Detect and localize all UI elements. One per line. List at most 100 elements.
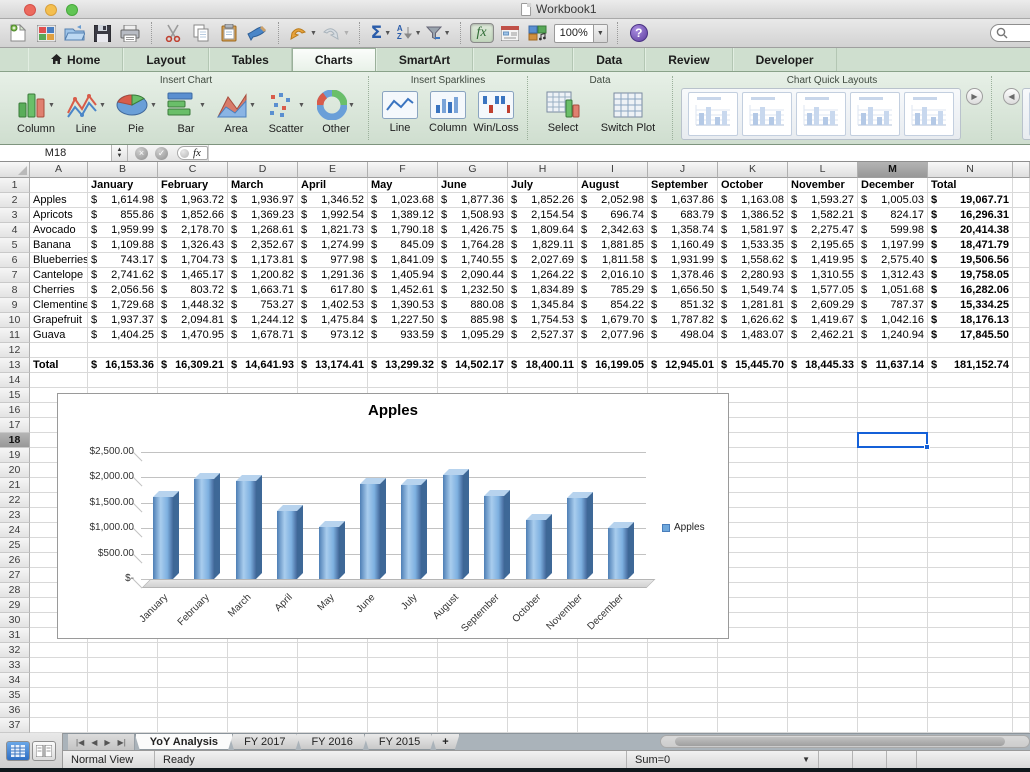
cell-value[interactable] bbox=[30, 178, 88, 193]
row-header-32[interactable]: 32 bbox=[0, 643, 30, 658]
cell-value[interactable] bbox=[788, 478, 858, 493]
cell-value[interactable]: $1,852.66 bbox=[158, 208, 228, 223]
cell-value[interactable] bbox=[508, 373, 578, 388]
ribbon-button-scatter[interactable]: ▼Scatter bbox=[262, 88, 310, 135]
sort-button[interactable]: AZ▼ bbox=[397, 21, 422, 45]
ribbon-button-switch-plot[interactable]: Switch Plot bbox=[592, 88, 664, 134]
cell-value[interactable] bbox=[928, 583, 1013, 598]
cell-value[interactable] bbox=[648, 688, 718, 703]
cell-value[interactable] bbox=[158, 688, 228, 703]
cell-value[interactable]: $1,023.68 bbox=[368, 193, 438, 208]
cell-value[interactable] bbox=[578, 343, 648, 358]
cell-value[interactable] bbox=[30, 688, 88, 703]
cell-value[interactable]: $1,378.46 bbox=[648, 268, 718, 283]
ribbon-button-sparkline-line[interactable]: Line bbox=[377, 88, 423, 134]
row-header-3[interactable]: 3 bbox=[0, 208, 30, 223]
cell-value[interactable]: Cherries bbox=[30, 283, 88, 298]
cell-value[interactable]: $2,352.67 bbox=[228, 238, 298, 253]
cell-value[interactable] bbox=[858, 553, 928, 568]
cell-value[interactable]: $2,342.63 bbox=[578, 223, 648, 238]
select-all-corner[interactable] bbox=[0, 162, 30, 178]
row-header-2[interactable]: 2 bbox=[0, 193, 30, 208]
cell-value[interactable] bbox=[858, 463, 928, 478]
cell-value[interactable] bbox=[928, 343, 1013, 358]
cell-value[interactable]: $1,470.95 bbox=[158, 328, 228, 343]
cell-value[interactable]: $1,764.28 bbox=[438, 238, 508, 253]
cell-value[interactable] bbox=[928, 523, 1013, 538]
cell-value[interactable]: $1,358.74 bbox=[648, 223, 718, 238]
cell-value[interactable] bbox=[30, 658, 88, 673]
cell-value[interactable]: $824.17 bbox=[858, 208, 928, 223]
cell-value[interactable] bbox=[578, 688, 648, 703]
cell-value[interactable]: $2,178.70 bbox=[158, 223, 228, 238]
cell-value[interactable]: $11,637.14 bbox=[858, 358, 928, 373]
cell-value[interactable] bbox=[928, 373, 1013, 388]
cell-value[interactable]: $1,533.35 bbox=[718, 238, 788, 253]
cell-value[interactable]: $17,845.50 bbox=[928, 328, 1013, 343]
horizontal-scrollbar[interactable] bbox=[660, 735, 1030, 748]
cell-value[interactable] bbox=[438, 373, 508, 388]
cell-value[interactable]: $1,626.62 bbox=[718, 313, 788, 328]
cell-value[interactable]: $1,992.54 bbox=[298, 208, 368, 223]
cell-value[interactable] bbox=[648, 703, 718, 718]
cell-value[interactable] bbox=[858, 643, 928, 658]
cell-value[interactable] bbox=[578, 673, 648, 688]
cell-value[interactable]: $13,299.32 bbox=[368, 358, 438, 373]
sheet-tab-yoy-analysis[interactable]: YoY Analysis bbox=[135, 734, 233, 750]
embedded-chart[interactable]: Apples$-$500.00$1,000.00$1,500.00$2,000.… bbox=[57, 393, 729, 639]
cell-value[interactable] bbox=[298, 703, 368, 718]
cell-value[interactable]: $1,614.98 bbox=[88, 193, 158, 208]
cell-value[interactable]: Total bbox=[30, 358, 88, 373]
cell-value[interactable]: $1,881.85 bbox=[578, 238, 648, 253]
name-box[interactable]: M18 bbox=[0, 145, 112, 161]
cell-value[interactable] bbox=[928, 508, 1013, 523]
cell-value[interactable]: $18,400.11 bbox=[508, 358, 578, 373]
cell-value[interactable] bbox=[788, 583, 858, 598]
cell-value[interactable]: $1,937.37 bbox=[88, 313, 158, 328]
cell-value[interactable] bbox=[158, 658, 228, 673]
cell-value[interactable]: $1,704.73 bbox=[158, 253, 228, 268]
fill-handle[interactable] bbox=[924, 444, 930, 450]
cell-value[interactable]: Banana bbox=[30, 238, 88, 253]
row-header-22[interactable]: 22 bbox=[0, 493, 30, 508]
spreadsheet-grid[interactable]: ABCDEFGHIJKLMN 1JanuaryFebruaryMarchApri… bbox=[0, 162, 1030, 733]
row-header-21[interactable]: 21 bbox=[0, 478, 30, 493]
row-header-29[interactable]: 29 bbox=[0, 598, 30, 613]
formula-builder-button[interactable]: fx bbox=[470, 21, 494, 45]
cell-value[interactable] bbox=[718, 658, 788, 673]
row-header-31[interactable]: 31 bbox=[0, 628, 30, 643]
close-window-button[interactable] bbox=[24, 4, 36, 16]
row-header-11[interactable]: 11 bbox=[0, 328, 30, 343]
cell-value[interactable] bbox=[438, 673, 508, 688]
cell-value[interactable]: $787.37 bbox=[858, 298, 928, 313]
sheet-tab-fy-2017[interactable]: FY 2017 bbox=[229, 734, 300, 750]
cell-value[interactable]: $2,280.93 bbox=[718, 268, 788, 283]
cell-value[interactable]: $16,282.06 bbox=[928, 283, 1013, 298]
toolbox-button[interactable] bbox=[498, 21, 522, 45]
cell-value[interactable] bbox=[928, 493, 1013, 508]
cell-value[interactable]: $617.80 bbox=[298, 283, 368, 298]
row-header-15[interactable]: 15 bbox=[0, 388, 30, 403]
cell-value[interactable]: $1,163.08 bbox=[718, 193, 788, 208]
cell-value[interactable]: Guava bbox=[30, 328, 88, 343]
cell-value[interactable]: $1,754.53 bbox=[508, 313, 578, 328]
cell-value[interactable]: $181,152.74 bbox=[928, 358, 1013, 373]
row-header-18[interactable]: 18 bbox=[0, 433, 30, 448]
cell-value[interactable] bbox=[438, 688, 508, 703]
row-header-35[interactable]: 35 bbox=[0, 688, 30, 703]
cell-value[interactable]: $2,077.96 bbox=[578, 328, 648, 343]
cell-value[interactable] bbox=[30, 643, 88, 658]
row-header-34[interactable]: 34 bbox=[0, 673, 30, 688]
cell-value[interactable]: May bbox=[368, 178, 438, 193]
cell-value[interactable] bbox=[858, 418, 928, 433]
cell-value[interactable] bbox=[88, 658, 158, 673]
cell-value[interactable]: $2,462.21 bbox=[788, 328, 858, 343]
row-header-5[interactable]: 5 bbox=[0, 238, 30, 253]
next-sheet-icon[interactable]: ▶ bbox=[104, 738, 110, 747]
cell-value[interactable] bbox=[228, 673, 298, 688]
cell-value[interactable] bbox=[228, 703, 298, 718]
cell-value[interactable] bbox=[368, 688, 438, 703]
cell-value[interactable] bbox=[928, 568, 1013, 583]
cell-value[interactable]: $1,787.82 bbox=[648, 313, 718, 328]
cell-value[interactable] bbox=[858, 718, 928, 733]
